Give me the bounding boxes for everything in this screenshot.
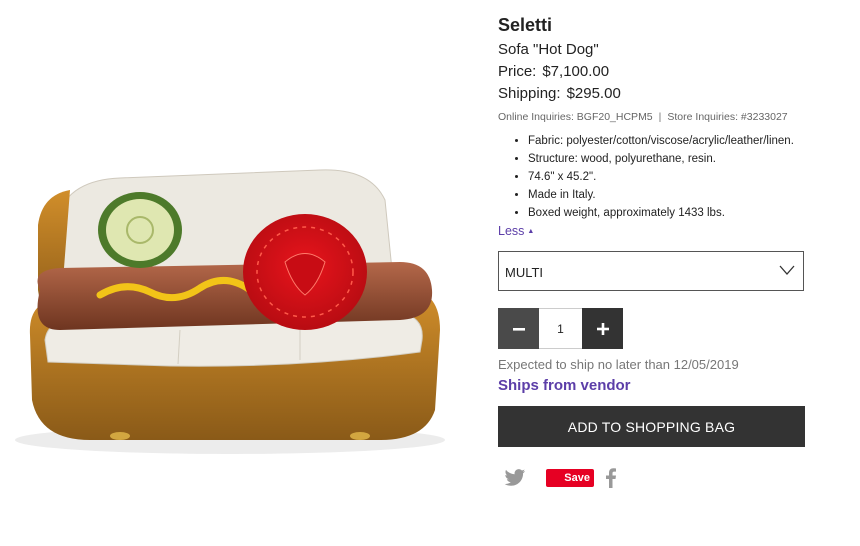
inquiries-row: Online Inquiries: BGF20_HCPM5 | Store Inqu… <box>498 111 788 123</box>
price-row: Price: $7,100.00 <box>498 63 609 80</box>
quantity-stepper <box>498 308 623 350</box>
variant-select[interactable]: MULTI <box>498 251 804 291</box>
variant-selected-value: MULTI <box>505 265 544 280</box>
shipping-row: Shipping: $295.00 <box>498 85 621 102</box>
price-value: $7,100.00 <box>542 63 610 80</box>
facebook-icon[interactable] <box>606 468 616 488</box>
ships-from-vendor: Ships from vendor <box>498 377 631 394</box>
online-inquiries: Online Inquiries: BGF20_HCPM5 <box>498 111 653 123</box>
quantity-input[interactable] <box>539 308 582 349</box>
pinterest-save-button[interactable]: Save <box>546 469 594 487</box>
shipping-value: $295.00 <box>566 85 621 102</box>
caret-up-icon: ▲ <box>527 228 535 235</box>
list-item: 74.6" x 45.2". <box>528 168 858 186</box>
list-item: Made in Italy. <box>528 186 858 204</box>
expected-ship-date: Expected to ship no later than 12/05/201… <box>498 357 739 372</box>
list-item: Fabric: polyester/cotton/viscose/acrylic… <box>528 132 858 150</box>
chevron-down-icon <box>779 265 795 275</box>
feature-list: Fabric: polyester/cotton/viscose/acrylic… <box>498 132 858 222</box>
price-label: Price: <box>498 63 537 80</box>
less-toggle[interactable]: Less ▲ <box>498 224 534 238</box>
less-label: Less <box>498 224 525 238</box>
store-inquiries: Store Inquiries: #3233027 <box>667 111 788 123</box>
add-to-bag-button[interactable]: ADD TO SHOPPING BAG <box>498 406 805 447</box>
social-share: Save <box>498 466 698 492</box>
product-image <box>0 0 480 546</box>
brand-name[interactable]: Seletti <box>498 15 552 36</box>
increase-quantity-button[interactable] <box>582 308 623 349</box>
pinterest-save-label: Save <box>564 472 590 484</box>
minus-icon <box>512 327 525 331</box>
plus-icon <box>596 322 609 335</box>
list-item: Structure: wood, polyurethane, resin. <box>528 150 858 168</box>
shipping-label: Shipping: <box>498 85 561 102</box>
inquiries-separator: | <box>658 111 662 123</box>
decrease-quantity-button[interactable] <box>498 308 539 349</box>
twitter-icon[interactable] <box>504 468 526 488</box>
list-item: Boxed weight, approximately 1433 lbs. <box>528 204 858 222</box>
product-title: Sofa "Hot Dog" <box>498 41 599 58</box>
